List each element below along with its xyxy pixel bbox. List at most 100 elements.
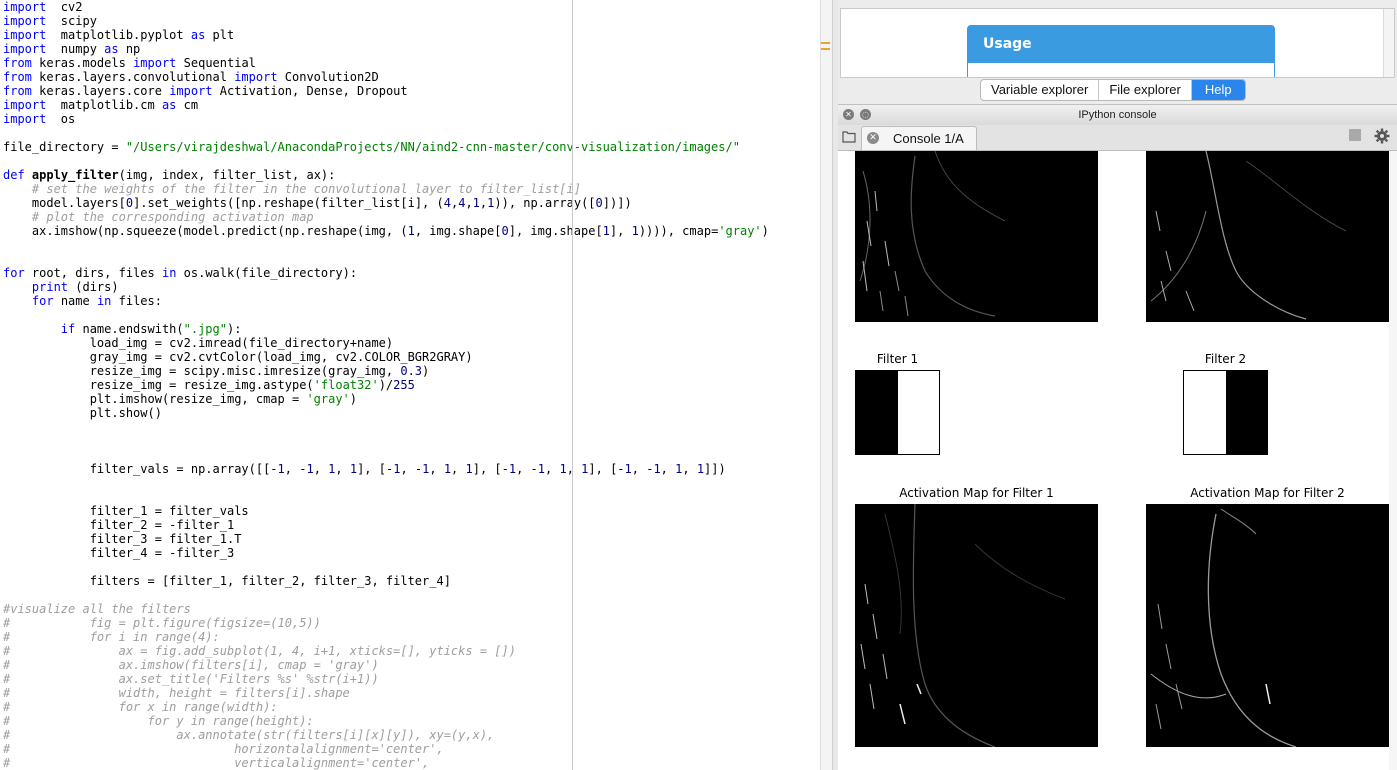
code-line[interactable]: def apply_filter(img, index, filter_list… xyxy=(3,168,769,182)
code-token: # horizontalalignment='center', xyxy=(3,742,444,756)
code-line[interactable]: filter_vals = np.array([[-1, -1, 1, 1], … xyxy=(3,462,769,476)
code-token: plt.show() xyxy=(3,406,162,420)
code-line[interactable]: import matplotlib.cm as cm xyxy=(3,98,769,112)
code-line[interactable]: # verticalalignment='center', xyxy=(3,756,769,770)
code-line[interactable]: filter_2 = -filter_1 xyxy=(3,518,769,532)
code-line[interactable]: # ax.annotate(str(filters[i][x][y]), xy=… xyxy=(3,728,769,742)
code-line[interactable]: # horizontalalignment='center', xyxy=(3,742,769,756)
console-titlebar: ✕ ◌ IPython console xyxy=(838,104,1397,126)
code-token: plt.imshow(resize_img, cmap = xyxy=(3,392,307,406)
code-line[interactable]: # ax.set_title('Filters %s' %str(i+1)) xyxy=(3,672,769,686)
code-line[interactable] xyxy=(3,238,769,252)
code-token: ], xyxy=(609,224,632,238)
code-line[interactable] xyxy=(3,588,769,602)
gear-icon[interactable] xyxy=(1374,128,1390,144)
code-line[interactable]: # for y in range(height): xyxy=(3,714,769,728)
code-token: , xyxy=(451,462,466,476)
code-line[interactable] xyxy=(3,308,769,322)
filter-2-title: Filter 2 xyxy=(1204,352,1247,366)
code-line[interactable]: from keras.layers.convolutional import C… xyxy=(3,70,769,84)
scrollbar-marker-icon xyxy=(821,42,830,50)
code-line[interactable] xyxy=(3,420,769,434)
code-line[interactable]: plt.imshow(resize_img, cmap = 'gray') xyxy=(3,392,769,406)
code-token: , xyxy=(660,462,676,476)
code-line[interactable]: import os xyxy=(3,112,769,126)
code-line[interactable] xyxy=(3,434,769,448)
code-token: 0 xyxy=(125,196,134,210)
code-token: 'float32' xyxy=(313,378,379,392)
help-scrollbar[interactable] xyxy=(1383,9,1394,77)
code-line[interactable]: filters = [filter_1, filter_2, filter_3,… xyxy=(3,574,769,588)
code-line[interactable] xyxy=(3,476,769,490)
code-token: ) xyxy=(422,364,430,378)
code-line[interactable]: from keras.layers.core import Activation… xyxy=(3,84,769,98)
filter-1-white-half xyxy=(897,371,939,454)
code-line[interactable] xyxy=(3,490,769,504)
activation-map-2-title: Activation Map for Filter 2 xyxy=(1190,486,1345,500)
code-line[interactable]: # ax = fig.add_subplot(1, 4, i+1, xticks… xyxy=(3,644,769,658)
code-token: apply_filter xyxy=(31,168,119,182)
code-editor[interactable]: import cv2 import scipy import matplotlib.… xyxy=(0,0,820,770)
code-line[interactable]: plt.show() xyxy=(3,406,769,420)
code-token: ".jpg" xyxy=(183,322,227,336)
code-line[interactable]: from keras.models import Sequential xyxy=(3,56,769,70)
console-tab[interactable]: ✕ Console 1/A xyxy=(861,126,977,150)
code-line[interactable]: # fig = plt.figure(figsize=(10,5)) xyxy=(3,616,769,630)
code-line[interactable] xyxy=(3,560,769,574)
code-line[interactable]: # plot the corresponding activation map xyxy=(3,210,769,224)
code-line[interactable]: # set the weights of the filter in the c… xyxy=(3,182,769,196)
tab-file-explorer[interactable]: File explorer xyxy=(1099,80,1192,100)
code-line[interactable]: if name.endswith(".jpg"): xyxy=(3,322,769,336)
code-line[interactable] xyxy=(3,154,769,168)
code-line[interactable]: import cv2 xyxy=(3,0,769,14)
code-token: 1 xyxy=(306,462,314,476)
code-text[interactable]: import cv2 import scipy import matplotlib.… xyxy=(3,0,769,770)
code-token: )/ xyxy=(378,378,394,392)
code-line[interactable]: resize_img = resize_img.astype('float32'… xyxy=(3,378,769,392)
code-line[interactable]: import matplotlib.pyplot as plt xyxy=(3,28,769,42)
code-line[interactable]: import scipy xyxy=(3,14,769,28)
code-line[interactable]: #visualize all the filters xyxy=(3,602,769,616)
code-line[interactable]: for root, dirs, files in os.walk(file_di… xyxy=(3,266,769,280)
code-token: "/Users/virajdeshwal/AnacondaProjects/NN… xyxy=(125,140,740,154)
code-token: gray_img = cv2.cvtColor(load_img, cv2.CO… xyxy=(3,350,473,364)
stop-icon[interactable] xyxy=(1349,129,1361,141)
code-line[interactable]: load_img = cv2.imread(file_directory+nam… xyxy=(3,336,769,350)
code-line[interactable]: ax.imshow(np.squeeze(model.predict(np.re… xyxy=(3,224,769,238)
code-line[interactable]: filter_4 = -filter_3 xyxy=(3,546,769,560)
code-token: Sequential xyxy=(176,56,256,70)
folder-icon[interactable] xyxy=(842,130,856,143)
code-line[interactable]: # for x in range(width): xyxy=(3,700,769,714)
code-line[interactable]: print (dirs) xyxy=(3,280,769,294)
code-line[interactable]: file_directory = "/Users/virajdeshwal/An… xyxy=(3,140,769,154)
console-output[interactable]: Filter 1 Filter 2 Activation Map for Fil… xyxy=(838,151,1397,770)
code-line[interactable] xyxy=(3,126,769,140)
code-line[interactable]: model.layers[0].set_weights([np.reshape(… xyxy=(3,196,769,210)
code-token: 1 xyxy=(465,462,473,476)
close-icon[interactable]: ✕ xyxy=(867,132,879,144)
code-line[interactable]: # width, height = filters[i].shape xyxy=(3,686,769,700)
code-line[interactable]: filter_3 = filter_1.T xyxy=(3,532,769,546)
console-scrollbar[interactable] xyxy=(1389,151,1397,770)
code-token: ): xyxy=(226,322,242,336)
code-token: import xyxy=(3,112,47,126)
code-line[interactable] xyxy=(3,448,769,462)
code-line[interactable]: # for i in range(4): xyxy=(3,630,769,644)
tab-help[interactable]: Help xyxy=(1191,80,1245,100)
code-token: 1 xyxy=(631,224,639,238)
code-token: import xyxy=(234,70,278,84)
code-line[interactable]: import numpy as np xyxy=(3,42,769,56)
code-line[interactable]: for name in files: xyxy=(3,294,769,308)
code-line[interactable]: filter_1 = filter_vals xyxy=(3,504,769,518)
code-token: 255 xyxy=(393,378,415,392)
tab-variable-explorer[interactable]: Variable explorer xyxy=(981,80,1100,100)
code-line[interactable]: # ax.imshow(filters[i], cmap = 'gray') xyxy=(3,658,769,672)
code-token: , xyxy=(682,462,697,476)
code-line[interactable]: resize_img = scipy.misc.imresize(gray_im… xyxy=(3,364,769,378)
code-token: # ax.imshow(filters[i], cmap = 'gray') xyxy=(3,658,379,672)
right-pane: Usage Variable explorer File explorer He… xyxy=(838,0,1397,770)
code-token: keras.models xyxy=(31,56,134,70)
filter-1-image xyxy=(855,370,940,455)
code-line[interactable] xyxy=(3,252,769,266)
code-line[interactable]: gray_img = cv2.cvtColor(load_img, cv2.CO… xyxy=(3,350,769,364)
